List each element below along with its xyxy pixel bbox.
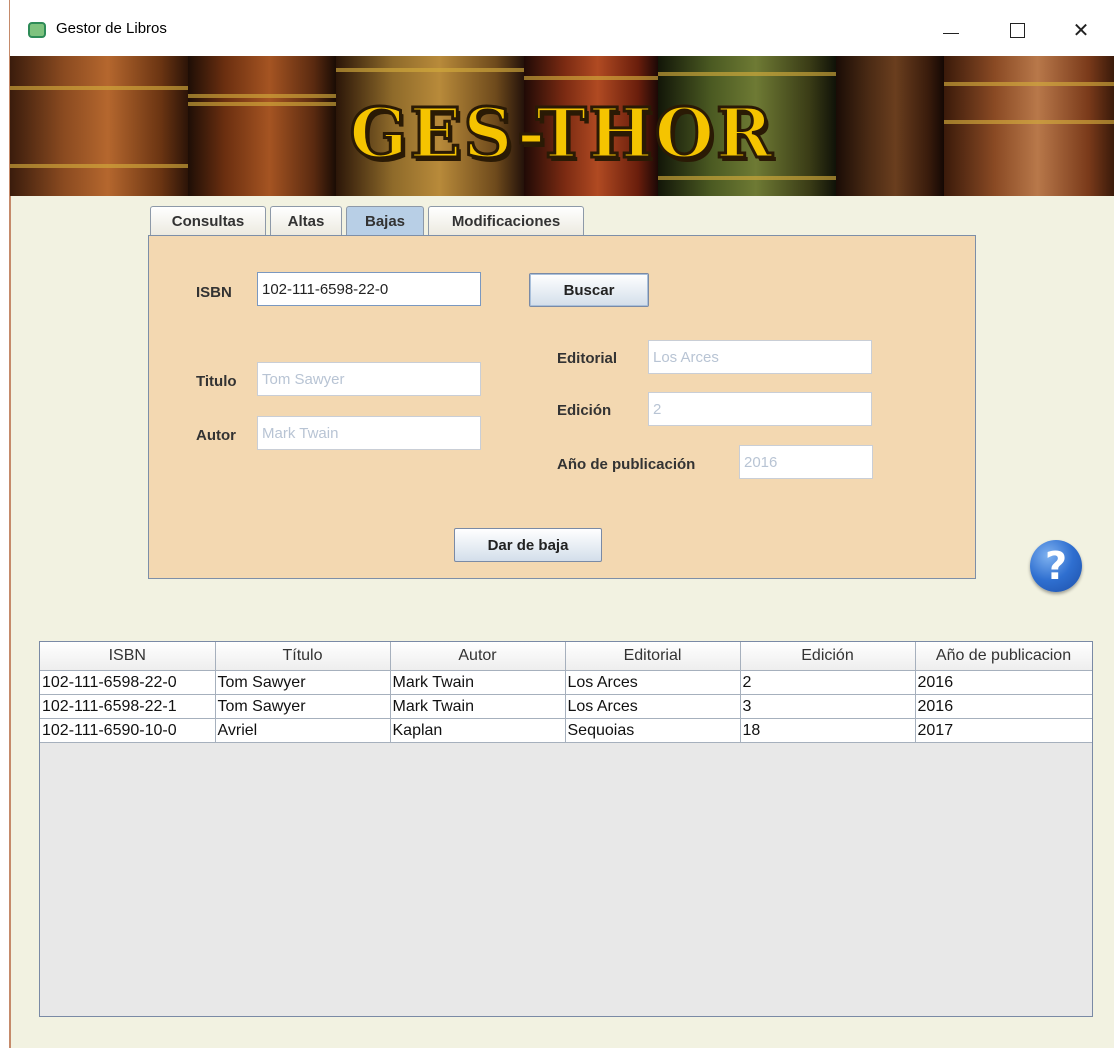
isbn-input[interactable]: 102-111-6598-22-0 bbox=[257, 272, 481, 306]
close-button[interactable]: ✕ bbox=[1058, 10, 1104, 50]
column-header-titulo[interactable]: Título bbox=[215, 642, 391, 671]
cell-autor: Mark Twain bbox=[390, 694, 566, 719]
window-title: Gestor de Libros bbox=[56, 20, 167, 37]
tab-modificaciones[interactable]: Modificaciones bbox=[428, 206, 584, 235]
close-icon: ✕ bbox=[1072, 19, 1090, 42]
editorial-field[interactable]: Los Arces bbox=[648, 340, 872, 374]
titulo-label: Titulo bbox=[196, 373, 237, 390]
isbn-label: ISBN bbox=[196, 284, 232, 301]
cell-editorial: Los Arces bbox=[565, 670, 741, 695]
dar-de-baja-button[interactable]: Dar de baja bbox=[454, 528, 602, 562]
cell-titulo: Avriel bbox=[215, 718, 391, 743]
table-row[interactable]: 102-111-6598-22-1 Tom Sawyer Mark Twain … bbox=[40, 694, 1092, 719]
minimize-icon bbox=[943, 32, 959, 34]
maximize-icon bbox=[1009, 22, 1025, 38]
autor-field[interactable]: Mark Twain bbox=[257, 416, 481, 450]
books-table: ISBN Título Autor Editorial Edición Año … bbox=[39, 641, 1093, 1017]
editorial-label: Editorial bbox=[557, 350, 618, 367]
tab-altas[interactable]: Altas bbox=[270, 206, 342, 235]
title-bar: Gestor de Libros ✕ bbox=[10, 0, 1114, 56]
cell-editorial: Sequoias bbox=[565, 718, 741, 743]
anio-publicacion-field[interactable]: 2016 bbox=[739, 445, 873, 479]
tab-bajas[interactable]: Bajas bbox=[346, 206, 424, 236]
bajas-panel: ISBN 102-111-6598-22-0 Buscar Titulo Tom… bbox=[148, 235, 976, 579]
cell-anio: 2016 bbox=[915, 694, 1092, 719]
table-row[interactable]: 102-111-6598-22-0 Tom Sawyer Mark Twain … bbox=[40, 670, 1092, 695]
cell-anio: 2017 bbox=[915, 718, 1092, 743]
app-window: Gestor de Libros ✕ GES-THOR Consultas Al… bbox=[0, 0, 1114, 1048]
column-header-editorial[interactable]: Editorial bbox=[565, 642, 741, 671]
cell-titulo: Tom Sawyer bbox=[215, 670, 391, 695]
window-left-edge bbox=[0, 0, 11, 1048]
tab-consultas[interactable]: Consultas bbox=[150, 206, 266, 235]
cell-isbn: 102-111-6590-10-0 bbox=[40, 718, 216, 743]
minimize-button[interactable] bbox=[928, 10, 974, 50]
cell-edicion: 18 bbox=[740, 718, 916, 743]
cell-edicion: 2 bbox=[740, 670, 916, 695]
titulo-field[interactable]: Tom Sawyer bbox=[257, 362, 481, 396]
banner-title: GES-THOR bbox=[348, 93, 775, 176]
column-header-edicion[interactable]: Edición bbox=[740, 642, 916, 671]
autor-label: Autor bbox=[196, 427, 236, 444]
table-row[interactable]: 102-111-6590-10-0 Avriel Kaplan Sequoias… bbox=[40, 718, 1092, 743]
column-header-anio[interactable]: Año de publicacion bbox=[915, 642, 1092, 671]
cell-editorial: Los Arces bbox=[565, 694, 741, 719]
anio-publicacion-label: Año de publicación bbox=[557, 456, 696, 473]
cell-edicion: 3 bbox=[740, 694, 916, 719]
banner-image: GES-THOR bbox=[10, 56, 1114, 196]
cell-anio: 2016 bbox=[915, 670, 1092, 695]
cell-isbn: 102-111-6598-22-1 bbox=[40, 694, 216, 719]
edicion-label: Edición bbox=[557, 402, 612, 419]
cell-autor: Mark Twain bbox=[390, 670, 566, 695]
app-icon bbox=[28, 22, 46, 38]
column-header-isbn[interactable]: ISBN bbox=[40, 642, 216, 671]
help-icon[interactable]: ? bbox=[1030, 540, 1082, 592]
cell-isbn: 102-111-6598-22-0 bbox=[40, 670, 216, 695]
cell-autor: Kaplan bbox=[390, 718, 566, 743]
buscar-button[interactable]: Buscar bbox=[529, 273, 649, 307]
column-header-autor[interactable]: Autor bbox=[390, 642, 566, 671]
cell-titulo: Tom Sawyer bbox=[215, 694, 391, 719]
edicion-field[interactable]: 2 bbox=[648, 392, 872, 426]
maximize-button[interactable] bbox=[994, 10, 1040, 50]
table-header-row: ISBN Título Autor Editorial Edición Año … bbox=[40, 642, 1092, 671]
